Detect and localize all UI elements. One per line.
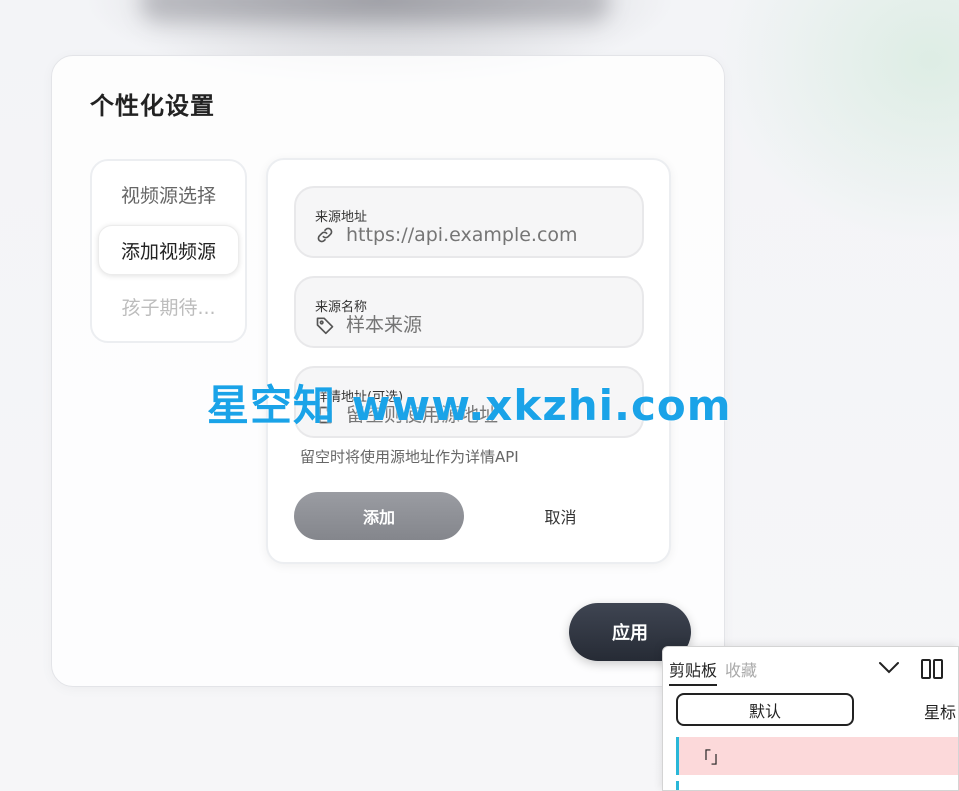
add-source-form: 来源地址 来源名称 详情地址(可选) (266, 158, 671, 564)
clipboard-item[interactable] (676, 781, 958, 790)
watermark-text: 星空知 www.xkzhi.com (207, 381, 732, 430)
source-url-input[interactable] (346, 224, 636, 246)
side-tab-list: 视频源选择 添加视频源 孩子期待... (90, 159, 247, 343)
detail-url-hint: 留空时将使用源地址作为详情API (300, 448, 519, 466)
cancel-button[interactable]: 取消 (478, 492, 643, 540)
background-blur-shape (140, 0, 610, 22)
default-filter-button[interactable]: 默认 (676, 693, 854, 726)
tab-video-source-select[interactable]: 视频源选择 (98, 169, 239, 219)
source-name-label: 来源名称 (315, 300, 368, 315)
split-view-icon[interactable] (920, 658, 944, 680)
source-name-field[interactable]: 来源名称 (294, 276, 644, 348)
page-title: 个性化设置 (90, 92, 215, 120)
source-url-field[interactable]: 来源地址 (294, 186, 644, 258)
tab-add-video-source[interactable]: 添加视频源 (98, 225, 239, 275)
clipboard-item[interactable]: 「」 (676, 737, 958, 775)
clipboard-item-text: 「」 (695, 748, 728, 767)
clipboard-tabs: 剪贴板 收藏 (669, 657, 765, 686)
source-name-input[interactable] (346, 314, 636, 336)
starred-filter[interactable]: 星标 (924, 699, 956, 723)
tag-icon (315, 314, 337, 336)
tab-clipboard[interactable]: 剪贴板 (669, 657, 718, 686)
source-url-label: 来源地址 (315, 210, 368, 225)
add-button[interactable]: 添加 (294, 492, 464, 540)
chevron-down-icon[interactable] (877, 657, 901, 679)
clipboard-panel: 剪贴板 收藏 默认 星标 「」 (662, 646, 959, 791)
settings-card: 个性化设置 视频源选择 添加视频源 孩子期待... 来源地址 来源名称 (51, 55, 725, 687)
tab-favorites[interactable]: 收藏 (725, 657, 757, 686)
link-icon (315, 224, 337, 246)
tab-kids-expectation[interactable]: 孩子期待... (98, 281, 239, 331)
